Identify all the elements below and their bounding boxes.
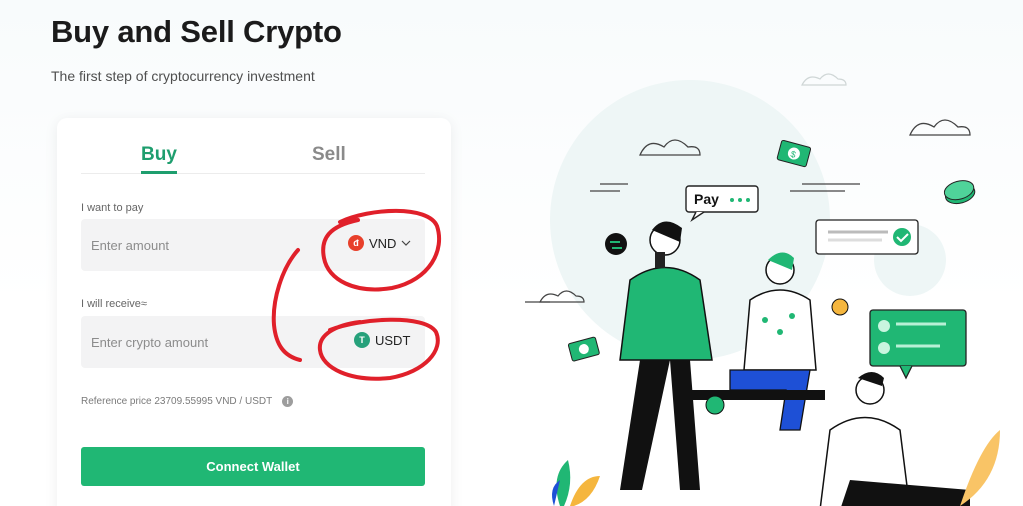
cloud-icon-right — [908, 119, 971, 136]
tab-sell[interactable]: Sell — [312, 144, 346, 170]
footer-hint: — — — — — — [207, 501, 263, 506]
receive-label: I will receive≈ — [81, 298, 147, 310]
chat-card-check — [815, 219, 919, 255]
trade-card: Buy Sell I want to pay đ VND I will rece… — [57, 118, 451, 506]
exchange-icon — [605, 233, 627, 255]
coin-stack-icon — [943, 180, 976, 205]
receive-amount-input[interactable] — [91, 316, 311, 368]
vnd-coin-icon: đ — [348, 235, 364, 251]
page-title: Buy and Sell Crypto — [51, 14, 342, 49]
bench — [685, 390, 825, 400]
chat-card-users — [869, 309, 967, 380]
pay-label: I want to pay — [81, 202, 144, 214]
person-seated-right — [819, 372, 970, 506]
pay-currency-select[interactable]: đ VND — [348, 235, 411, 251]
tab-buy[interactable]: Buy — [141, 144, 177, 174]
tab-bar: Buy Sell — [81, 144, 425, 174]
reference-price: Reference price 23709.55995 VND / USDT i — [81, 396, 294, 407]
pay-currency-label: VND — [369, 235, 397, 251]
pay-field: đ VND — [81, 219, 425, 271]
leaf-icon — [960, 430, 1000, 506]
receive-currency-select[interactable]: T USDT — [354, 332, 410, 348]
crypto-illustration: Pay $ — [525, 73, 1000, 506]
pay-amount-input[interactable] — [91, 219, 311, 271]
cloud-icon-top — [801, 73, 847, 86]
reference-price-text: Reference price 23709.55995 VND / USDT — [81, 396, 273, 407]
connect-wallet-button[interactable]: Connect Wallet — [81, 447, 425, 486]
plant-icon — [552, 460, 600, 506]
chevron-down-icon — [402, 240, 411, 246]
gold-coin-icon — [831, 298, 849, 316]
page-subtitle: The first step of cryptocurrency investm… — [51, 68, 315, 84]
receive-field: T USDT — [81, 316, 425, 368]
tether-icon: T — [354, 332, 370, 348]
green-coin-icon — [705, 395, 725, 415]
receive-currency-label: USDT — [375, 332, 411, 348]
pay-bubble-text: Pay — [694, 191, 719, 207]
info-icon[interactable]: i — [282, 396, 294, 407]
dollar-bill-icon-left — [567, 336, 600, 362]
